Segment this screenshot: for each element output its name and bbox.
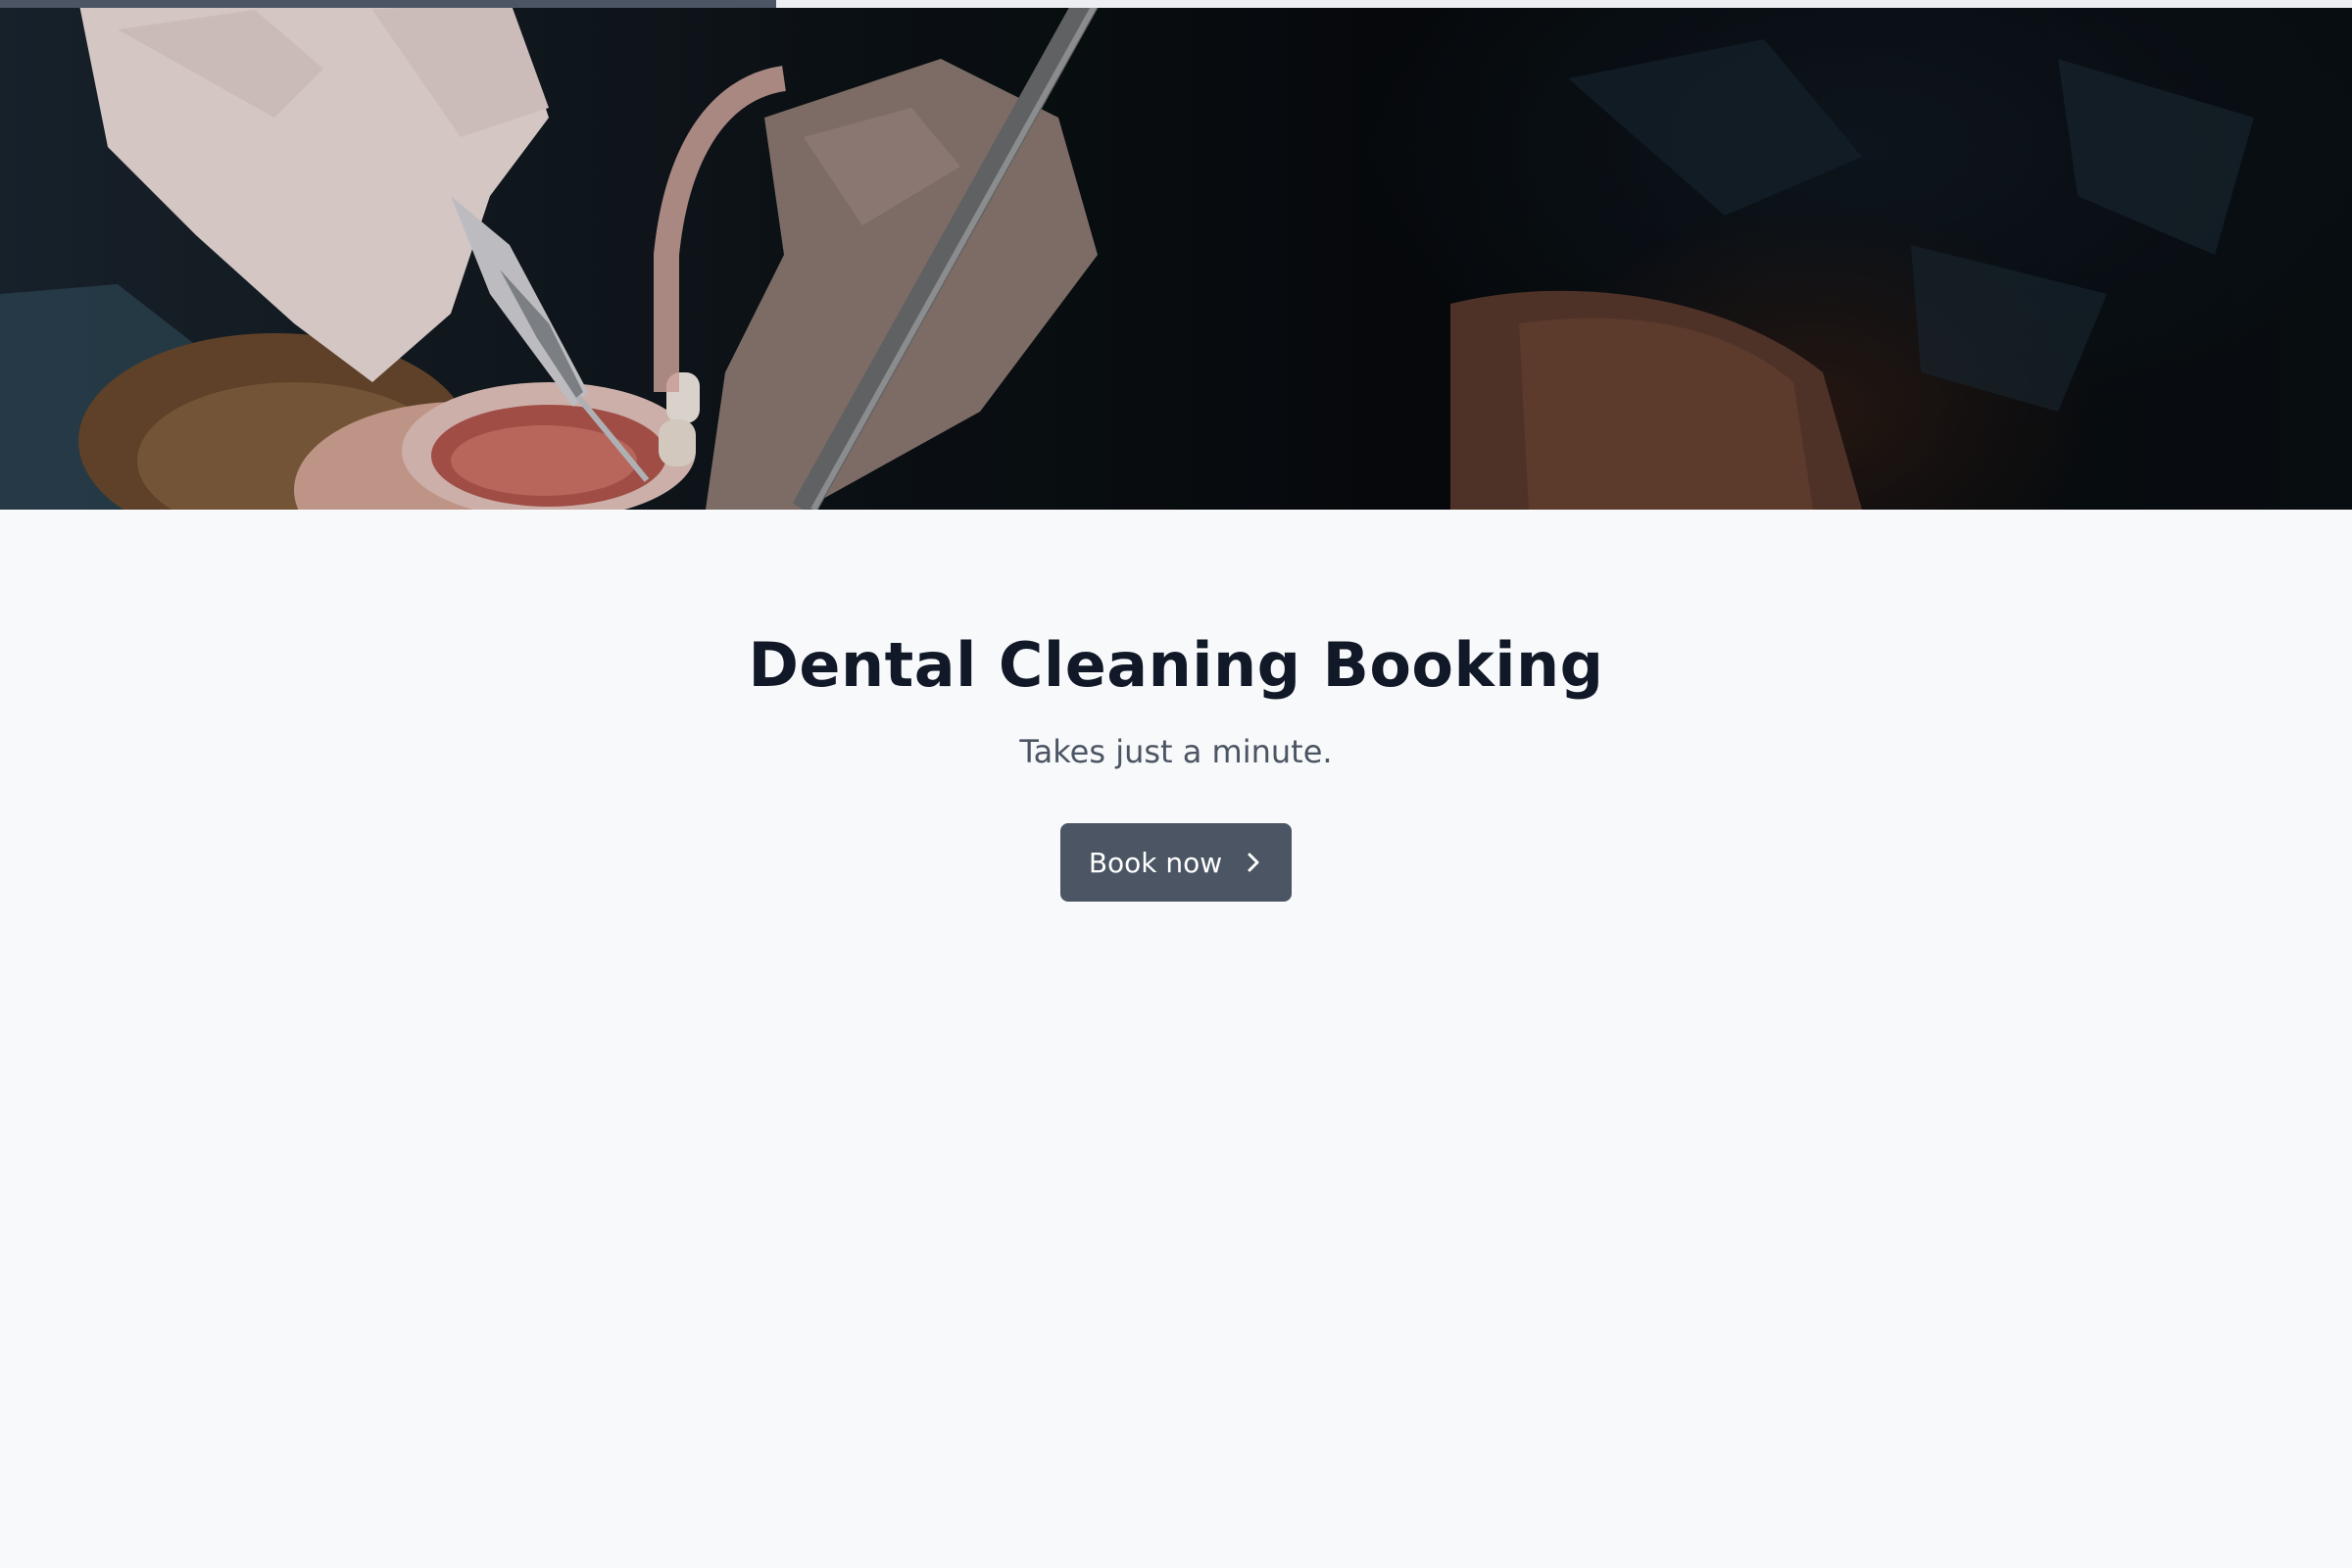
- progress-bar-fill: [0, 0, 776, 8]
- booking-landing-page: Dental Cleaning Booking Takes just a min…: [0, 0, 2352, 1568]
- page-title: Dental Cleaning Booking: [748, 629, 1604, 701]
- book-now-label: Book now: [1088, 846, 1223, 879]
- chevron-right-icon: [1248, 853, 1259, 872]
- book-now-button[interactable]: Book now: [1060, 823, 1292, 902]
- hero-image: [0, 0, 2352, 510]
- hero-photo-illustration: [0, 0, 2352, 510]
- page-subtitle: Takes just a minute.: [1019, 733, 1333, 770]
- progress-bar: [0, 0, 2352, 8]
